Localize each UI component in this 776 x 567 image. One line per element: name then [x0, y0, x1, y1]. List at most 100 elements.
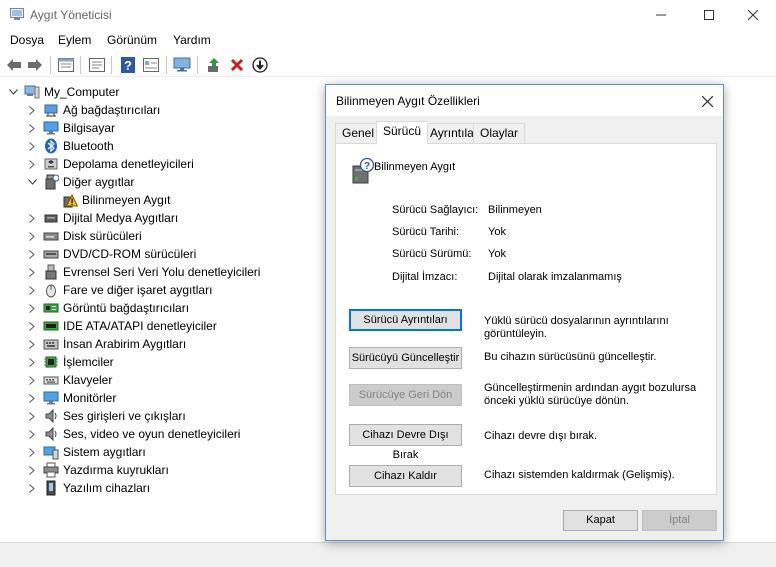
tree-item-0[interactable]: Ağ bağdaştırıcıları	[27, 101, 160, 119]
tree-item-15[interactable]: Klavyeler	[27, 371, 112, 389]
view-list-icon	[143, 58, 159, 72]
tree-item-1[interactable]: Bilgisayar	[27, 119, 115, 137]
action-description: Yüklü sürücü dosyalarının ayrıntılarını …	[484, 315, 669, 340]
update-driver-button[interactable]	[204, 55, 224, 75]
keyboard-icon	[43, 372, 59, 388]
tree-item-4[interactable]: Diğer aygıtlar	[27, 173, 134, 191]
uninstall-device-button[interactable]: Cihazı Kaldır	[349, 465, 462, 487]
chevron-right-icon[interactable]	[27, 227, 37, 245]
property-label: Dijital İmzacı:	[392, 271, 458, 283]
close-icon	[701, 95, 713, 107]
chevron-right-icon[interactable]	[27, 317, 37, 335]
chevron-right-icon[interactable]	[27, 425, 37, 443]
chevron-down-icon[interactable]	[8, 83, 18, 101]
tree-root[interactable]: My_Computer	[8, 83, 119, 101]
tree-item-9[interactable]: Evrensel Seri Veri Yolu denetleyicileri	[27, 263, 260, 281]
chevron-right-icon[interactable]	[27, 263, 37, 281]
dialog-close-button[interactable]	[697, 91, 717, 111]
tree-item-21[interactable]: Yazılım cihazları	[27, 479, 150, 497]
tree-item-18[interactable]: Ses, video ve oyun denetleyicileri	[27, 425, 240, 443]
usb-controller-icon	[43, 264, 59, 280]
scan-hardware-button[interactable]	[172, 55, 192, 75]
tree-item-17[interactable]: Ses girişleri ve çıkışları	[27, 407, 186, 425]
uninstall-device-button[interactable]	[227, 55, 247, 75]
toolbar: ?	[0, 52, 776, 77]
tab-olaylar[interactable]: Olaylar	[473, 123, 526, 143]
toolbar-separator	[80, 56, 81, 74]
tree-item-label: Klavyeler	[63, 373, 113, 387]
status-bar	[0, 542, 776, 567]
dialog-title: Bilinmeyen Aygıt Özellikleri	[336, 94, 480, 108]
menu-dosya[interactable]: Dosya	[10, 33, 44, 47]
tree-item-3[interactable]: Depolama denetleyicileri	[27, 155, 194, 173]
forward-button[interactable]	[25, 55, 45, 75]
action-description: Bu cihazın sürücüsünü güncelleştir.	[484, 351, 657, 363]
chevron-right-icon[interactable]	[27, 299, 37, 317]
back-button[interactable]	[4, 55, 24, 75]
tree-item-label: Bilinmeyen Aygıt	[82, 193, 171, 207]
system-devices-icon	[43, 444, 59, 460]
tree-item-12[interactable]: IDE ATA/ATAPI denetleyiciler	[27, 317, 217, 335]
close-button[interactable]: Kapat	[563, 510, 638, 531]
chevron-right-icon[interactable]	[27, 209, 37, 227]
tree-item-19[interactable]: Sistem aygıtları	[27, 443, 146, 461]
audio-controller-icon	[43, 426, 59, 442]
chevron-right-icon[interactable]	[27, 155, 37, 173]
tree-item-label: IDE ATA/ATAPI denetleyiciler	[63, 319, 217, 333]
property-value: Yok	[488, 226, 506, 238]
chevron-right-icon[interactable]	[27, 371, 37, 389]
tree-item-6[interactable]: Dijital Medya Aygıtları	[27, 209, 178, 227]
tree-item-13[interactable]: İnsan Arabirim Aygıtları	[27, 335, 186, 353]
tree-item-5[interactable]: Bilinmeyen Aygıt	[62, 191, 171, 209]
maximize-button[interactable]	[686, 0, 732, 30]
device-manager-app-icon	[10, 8, 24, 20]
driver-tab-panel: ? Bilinmeyen Aygıt Sürücü Sağlayıcı: Bili…	[335, 143, 717, 495]
menu-yardim[interactable]: Yardım	[173, 33, 211, 47]
menu-bar: Dosya Eylem Görünüm Yardım	[0, 30, 776, 52]
view-button[interactable]	[56, 55, 76, 75]
chevron-right-icon[interactable]	[27, 335, 37, 353]
driver-details-button[interactable]: Sürücü Ayrıntıları	[349, 309, 462, 331]
tree-item-11[interactable]: Görüntü bağdaştırıcıları	[27, 299, 189, 317]
tab-surucu[interactable]: Sürücü	[376, 121, 429, 144]
chevron-right-icon[interactable]	[27, 389, 37, 407]
tree-item-label: Diğer aygıtlar	[63, 175, 135, 189]
tab-genel[interactable]: Genel	[335, 123, 382, 143]
close-window-button[interactable]	[730, 0, 776, 30]
help-button[interactable]: ?	[118, 55, 138, 75]
update-driver-button[interactable]: Sürücüyü Güncelleştir	[349, 347, 462, 369]
properties-button[interactable]	[87, 55, 107, 75]
chevron-right-icon[interactable]	[27, 353, 37, 371]
disable-device-button[interactable]	[250, 55, 270, 75]
tree-item-7[interactable]: Disk sürücüleri	[27, 227, 142, 245]
tree-item-2[interactable]: Bluetooth	[27, 137, 114, 155]
chevron-right-icon[interactable]	[27, 479, 37, 497]
chevron-right-icon[interactable]	[27, 137, 37, 155]
chevron-right-icon[interactable]	[27, 119, 37, 137]
tree-item-8[interactable]: DVD/CD-ROM sürücüleri	[27, 245, 196, 263]
cancel-button[interactable]: İptal	[642, 510, 717, 531]
chevron-right-icon[interactable]	[27, 245, 37, 263]
chevron-right-icon[interactable]	[27, 461, 37, 479]
disable-device-button[interactable]: Cihazı Devre Dışı Bırak	[349, 424, 462, 461]
other-devices-icon	[43, 174, 59, 190]
roll-back-driver-button[interactable]: Sürücüye Geri Dön	[349, 384, 462, 406]
chevron-right-icon[interactable]	[27, 443, 37, 461]
chevron-right-icon[interactable]	[27, 407, 37, 425]
tree-item-10[interactable]: Fare ve diğer işaret aygıtları	[27, 281, 212, 299]
view-list-button[interactable]	[141, 55, 161, 75]
help-icon: ?	[121, 57, 135, 73]
printer-queue-icon	[43, 462, 59, 478]
minimize-button[interactable]	[638, 0, 684, 30]
chevron-down-icon[interactable]	[27, 173, 37, 191]
chevron-right-icon[interactable]	[27, 101, 37, 119]
tree-item-14[interactable]: İşlemciler	[27, 353, 114, 371]
speaker-icon	[43, 408, 59, 424]
tree-item-label: Ses girişleri ve çıkışları	[63, 409, 186, 423]
chevron-right-icon[interactable]	[27, 281, 37, 299]
tree-root-label: My_Computer	[44, 85, 120, 99]
tree-item-20[interactable]: Yazdırma kuyrukları	[27, 461, 169, 479]
menu-gorunum[interactable]: Görünüm	[107, 33, 157, 47]
tree-item-16[interactable]: Monitörler	[27, 389, 116, 407]
menu-eylem[interactable]: Eylem	[58, 33, 91, 47]
